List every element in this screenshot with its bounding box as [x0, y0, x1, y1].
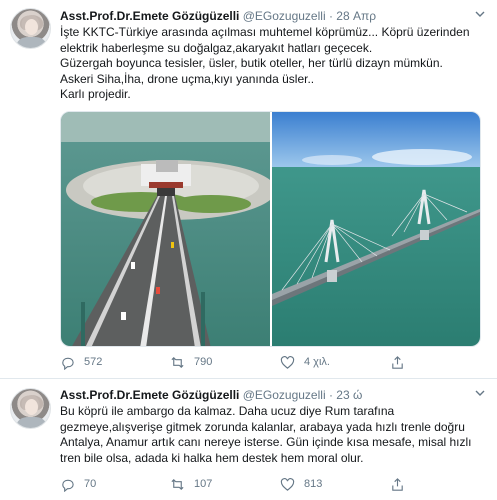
author-name[interactable]: Asst.Prof.Dr.Emete Gözügüzelli: [60, 9, 239, 23]
retweet-button[interactable]: 107: [170, 475, 212, 493]
tweet-text-paragraph: Bu köprü ile ambargo da kalmaz. Daha ucu…: [60, 404, 472, 465]
separator-dot: ·: [328, 9, 333, 23]
tweet-text-line: İşte KKTC-Türkiye arasında açılması muht…: [60, 25, 470, 39]
share-icon: [392, 477, 403, 491]
share-button[interactable]: [390, 475, 414, 493]
like-button[interactable]: 813: [280, 475, 322, 493]
like-button[interactable]: 4 χιλ.: [280, 353, 330, 371]
author-handle[interactable]: @EGozuguzelli: [243, 388, 326, 402]
tweet-text: Bu köprü ile ambargo da kalmaz. Daha ucu…: [60, 404, 490, 466]
retweet-count: 790: [194, 356, 213, 368]
tweet-text-line: Güzergah boyunca tesisler, üsler, butik …: [60, 56, 443, 71]
tweet-timestamp[interactable]: 28 Απρ: [336, 9, 376, 23]
reply-button[interactable]: 572: [60, 353, 102, 371]
retweet-icon: [171, 356, 184, 368]
tweet-header: Asst.Prof.Dr.Emete Gözügüzelli @EGozuguz…: [60, 388, 362, 403]
reply-button[interactable]: 70: [60, 475, 96, 493]
author-handle[interactable]: @EGozuguzelli: [243, 9, 326, 23]
tweet-actions: 70 107 813: [60, 475, 490, 493]
tweet-header: Asst.Prof.Dr.Emete Gözügüzelli @EGozuguz…: [60, 9, 376, 24]
reply-count: 572: [84, 356, 103, 368]
retweet-icon: [171, 478, 184, 490]
reply-icon: [62, 479, 74, 492]
heart-icon: [280, 477, 295, 491]
like-count: 4 χιλ.: [304, 356, 330, 368]
retweet-button[interactable]: 790: [170, 353, 212, 371]
tweet-text-line: elektrik haberleşme su doğalgaz,akaryakı…: [60, 40, 373, 55]
author-name[interactable]: Asst.Prof.Dr.Emete Gözügüzelli: [60, 388, 239, 402]
reply-icon: [62, 357, 74, 370]
share-icon: [392, 355, 403, 369]
avatar[interactable]: [10, 8, 51, 49]
retweet-count: 107: [194, 478, 213, 490]
chevron-down-icon[interactable]: [475, 9, 485, 19]
bridge-island-photo[interactable]: [61, 112, 270, 346]
share-button[interactable]: [390, 353, 414, 371]
tweet-timestamp[interactable]: 23 ώ: [336, 388, 362, 402]
tweet[interactable]: Asst.Prof.Dr.Emete Gözügüzelli @EGozuguz…: [0, 0, 497, 378]
chevron-down-icon[interactable]: [475, 388, 485, 398]
tweet-text-line: Karlı projedir.: [60, 87, 131, 102]
like-count: 813: [304, 478, 323, 490]
tweet-actions: 572 790 4 χιλ.: [60, 353, 490, 371]
tweet-text: İşte KKTC-Türkiye arasında açılması muht…: [60, 25, 490, 103]
reply-count: 70: [84, 478, 97, 490]
tweet[interactable]: Asst.Prof.Dr.Emete Gözügüzelli @EGozuguz…: [0, 379, 497, 500]
heart-icon: [280, 355, 295, 369]
tweet-text-line: Askeri Siha,İha, drone uçma,kıyı yanında…: [60, 71, 315, 86]
separator-dot: ·: [328, 388, 333, 402]
cable-bridge-photo[interactable]: [272, 112, 480, 346]
tweet-media[interactable]: [60, 111, 481, 347]
avatar[interactable]: [10, 388, 51, 429]
